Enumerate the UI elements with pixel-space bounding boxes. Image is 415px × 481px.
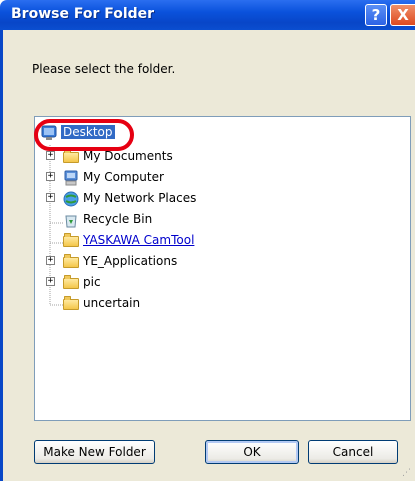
tree-item-my-computer[interactable]: + My Computer xyxy=(46,168,164,186)
close-button[interactable]: X xyxy=(390,4,415,26)
tree-item-my-network-places[interactable]: + My Network Places xyxy=(46,189,196,207)
folder-icon xyxy=(63,233,79,247)
expand-toggle[interactable]: + xyxy=(46,277,55,286)
network-places-icon xyxy=(63,191,79,207)
tree-item-ye-applications[interactable]: + YE_Applications xyxy=(46,252,177,270)
folder-tree[interactable]: Desktop + My Documents + My Computer + M… xyxy=(34,116,411,421)
expand-toggle[interactable]: + xyxy=(46,172,55,181)
expand-toggle[interactable]: + xyxy=(46,151,55,160)
tree-item-label: Recycle Bin xyxy=(83,212,153,226)
help-button[interactable]: ? xyxy=(365,4,387,26)
resize-grip-icon[interactable]: ⋰ xyxy=(402,468,411,478)
tree-item-label: pic xyxy=(83,275,101,289)
tree-item-recycle-bin[interactable]: Recycle Bin xyxy=(63,210,152,228)
recycle-bin-icon xyxy=(63,212,79,228)
tree-item-my-documents[interactable]: + My Documents xyxy=(46,147,173,165)
tree-item-label: uncertain xyxy=(83,296,141,310)
prompt-text: Please select the folder. xyxy=(32,62,176,76)
browse-for-folder-dialog: Browse For Folder ? X Please select the … xyxy=(0,0,415,481)
cancel-button[interactable]: Cancel xyxy=(308,440,398,464)
tree-item-uncertain[interactable]: uncertain xyxy=(63,294,140,312)
folder-icon xyxy=(63,254,79,268)
tree-item-label: YE_Applications xyxy=(83,254,178,268)
tree-item-label: YASKAWA CamTool xyxy=(83,233,195,247)
tree-item-desktop[interactable]: Desktop xyxy=(41,123,115,141)
make-new-folder-button[interactable]: Make New Folder xyxy=(34,440,155,464)
my-computer-icon xyxy=(63,170,79,186)
expand-toggle[interactable]: + xyxy=(46,193,55,202)
folder-icon xyxy=(63,296,79,310)
tree-item-label: My Computer xyxy=(83,170,164,184)
folder-icon xyxy=(63,275,79,289)
tree-item-label: Desktop xyxy=(61,125,115,139)
tree-item-pic[interactable]: + pic xyxy=(46,273,101,291)
expand-toggle[interactable]: + xyxy=(46,256,55,265)
title-bar[interactable]: Browse For Folder ? X xyxy=(0,0,415,30)
tree-item-yaskawa-camtool[interactable]: YASKAWA CamTool xyxy=(63,231,194,249)
ok-button[interactable]: OK xyxy=(205,440,299,464)
my-documents-icon xyxy=(63,149,79,163)
desktop-icon xyxy=(41,125,57,140)
tree-item-label: My Documents xyxy=(83,149,173,163)
dialog-title: Browse For Folder xyxy=(11,6,155,22)
tree-item-label: My Network Places xyxy=(83,191,197,205)
